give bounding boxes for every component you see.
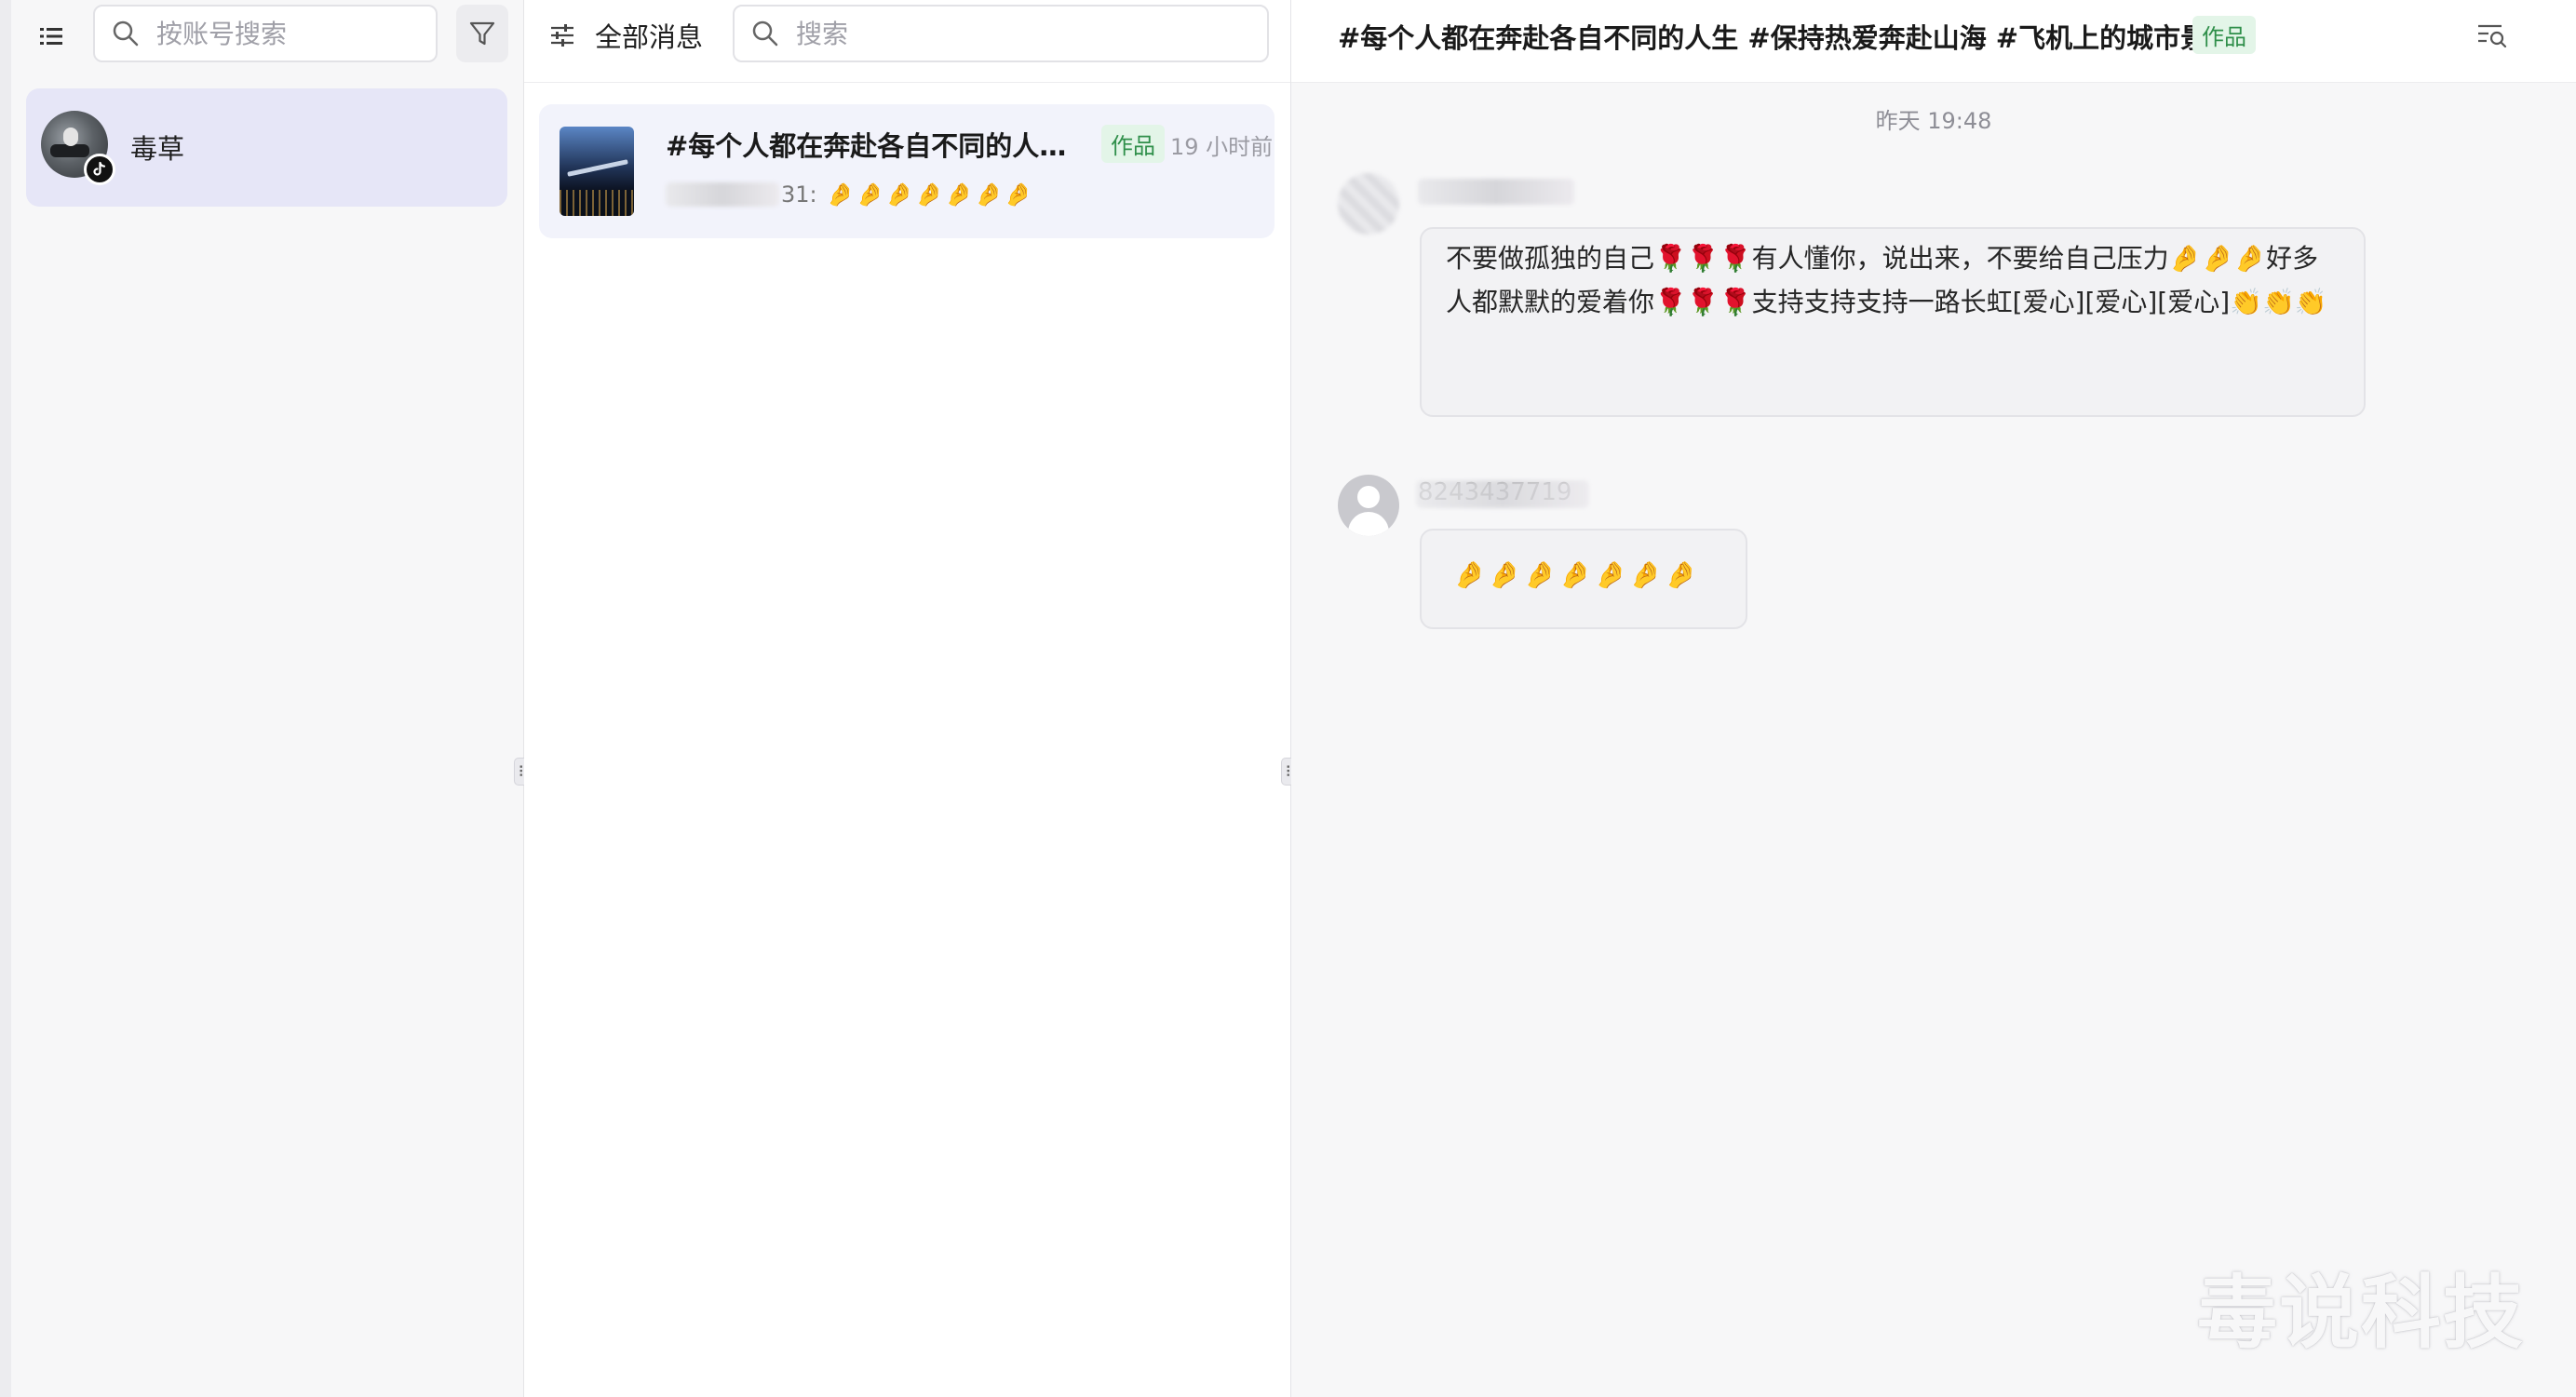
account-panel: 毒草	[0, 0, 524, 1397]
video-thumbnail	[560, 127, 634, 216]
account-search-box[interactable]	[93, 5, 438, 62]
account-name: 毒草	[130, 133, 185, 165]
adjust-icon	[551, 24, 573, 47]
redacted-sender-name	[1418, 179, 1574, 205]
message-search-input[interactable]	[794, 17, 1263, 50]
redaction-overlay	[1416, 480, 1589, 508]
preview-text: 🤌🤌🤌🤌🤌🤌🤌	[826, 181, 1034, 208]
tiktok-icon	[84, 154, 115, 185]
work-tag: 作品	[2192, 16, 2256, 54]
message-panel-header: 全部消息	[524, 0, 1290, 83]
account-search-input[interactable]	[155, 17, 428, 50]
chat-header: #每个人都在奔赴各自不同的人生 #保持热爱奔赴山海 #飞机上的城市景色 作品	[1291, 0, 2576, 83]
message-filter-label: 全部消息	[595, 21, 704, 53]
avatar	[1338, 173, 1399, 235]
filter-icon	[469, 21, 495, 46]
conversation-preview: 31: 🤌🤌🤌🤌🤌🤌🤌	[666, 179, 1034, 210]
message-bubble: 不要做孤独的自己🌹🌹🌹有人懂你，说出来，不要给自己压力🤌🤌🤌好多人都默默的爱着你…	[1420, 227, 2366, 417]
preview-sender-tail: 31:	[781, 181, 817, 208]
menu-toggle-button[interactable]	[35, 20, 67, 52]
search-icon	[752, 20, 778, 47]
chat-panel: #每个人都在奔赴各自不同的人生 #保持热爱奔赴山海 #飞机上的城市景色 作品 昨…	[1291, 0, 2576, 1397]
conversation-title: #每个人都在奔赴各自不同的人生 ...	[666, 130, 1088, 162]
filter-button[interactable]	[456, 5, 508, 62]
message-bubble: 🤌🤌🤌🤌🤌🤌🤌	[1420, 529, 1747, 629]
message-panel: 全部消息 #每个人都在奔赴各自不同的人生 ... 作品 19 小时前 31: 🤌…	[524, 0, 1291, 1397]
work-tag: 作品	[1101, 125, 1165, 163]
watermark: 毒说科技	[2197, 1267, 2525, 1360]
search-history-button[interactable]	[2472, 17, 2513, 54]
window-edge	[0, 0, 11, 1397]
message-timestamp: 昨天 19:48	[1875, 108, 1992, 134]
conversation-time: 19 小时前	[1170, 134, 1274, 160]
menu-icon	[40, 28, 62, 45]
message-filter-dropdown[interactable]: 全部消息	[548, 17, 703, 54]
chat-title: #每个人都在奔赴各自不同的人生 #保持热爱奔赴山海 #飞机上的城市景色	[1338, 22, 2235, 54]
redacted-sender	[666, 182, 779, 207]
list-search-icon	[2478, 24, 2507, 48]
account-item[interactable]: 毒草	[26, 88, 507, 207]
avatar	[1338, 475, 1399, 536]
search-icon	[113, 20, 139, 47]
message-search-box[interactable]	[733, 5, 1269, 62]
conversation-item[interactable]: #每个人都在奔赴各自不同的人生 ... 作品 19 小时前 31: 🤌🤌🤌🤌🤌🤌…	[539, 104, 1275, 238]
